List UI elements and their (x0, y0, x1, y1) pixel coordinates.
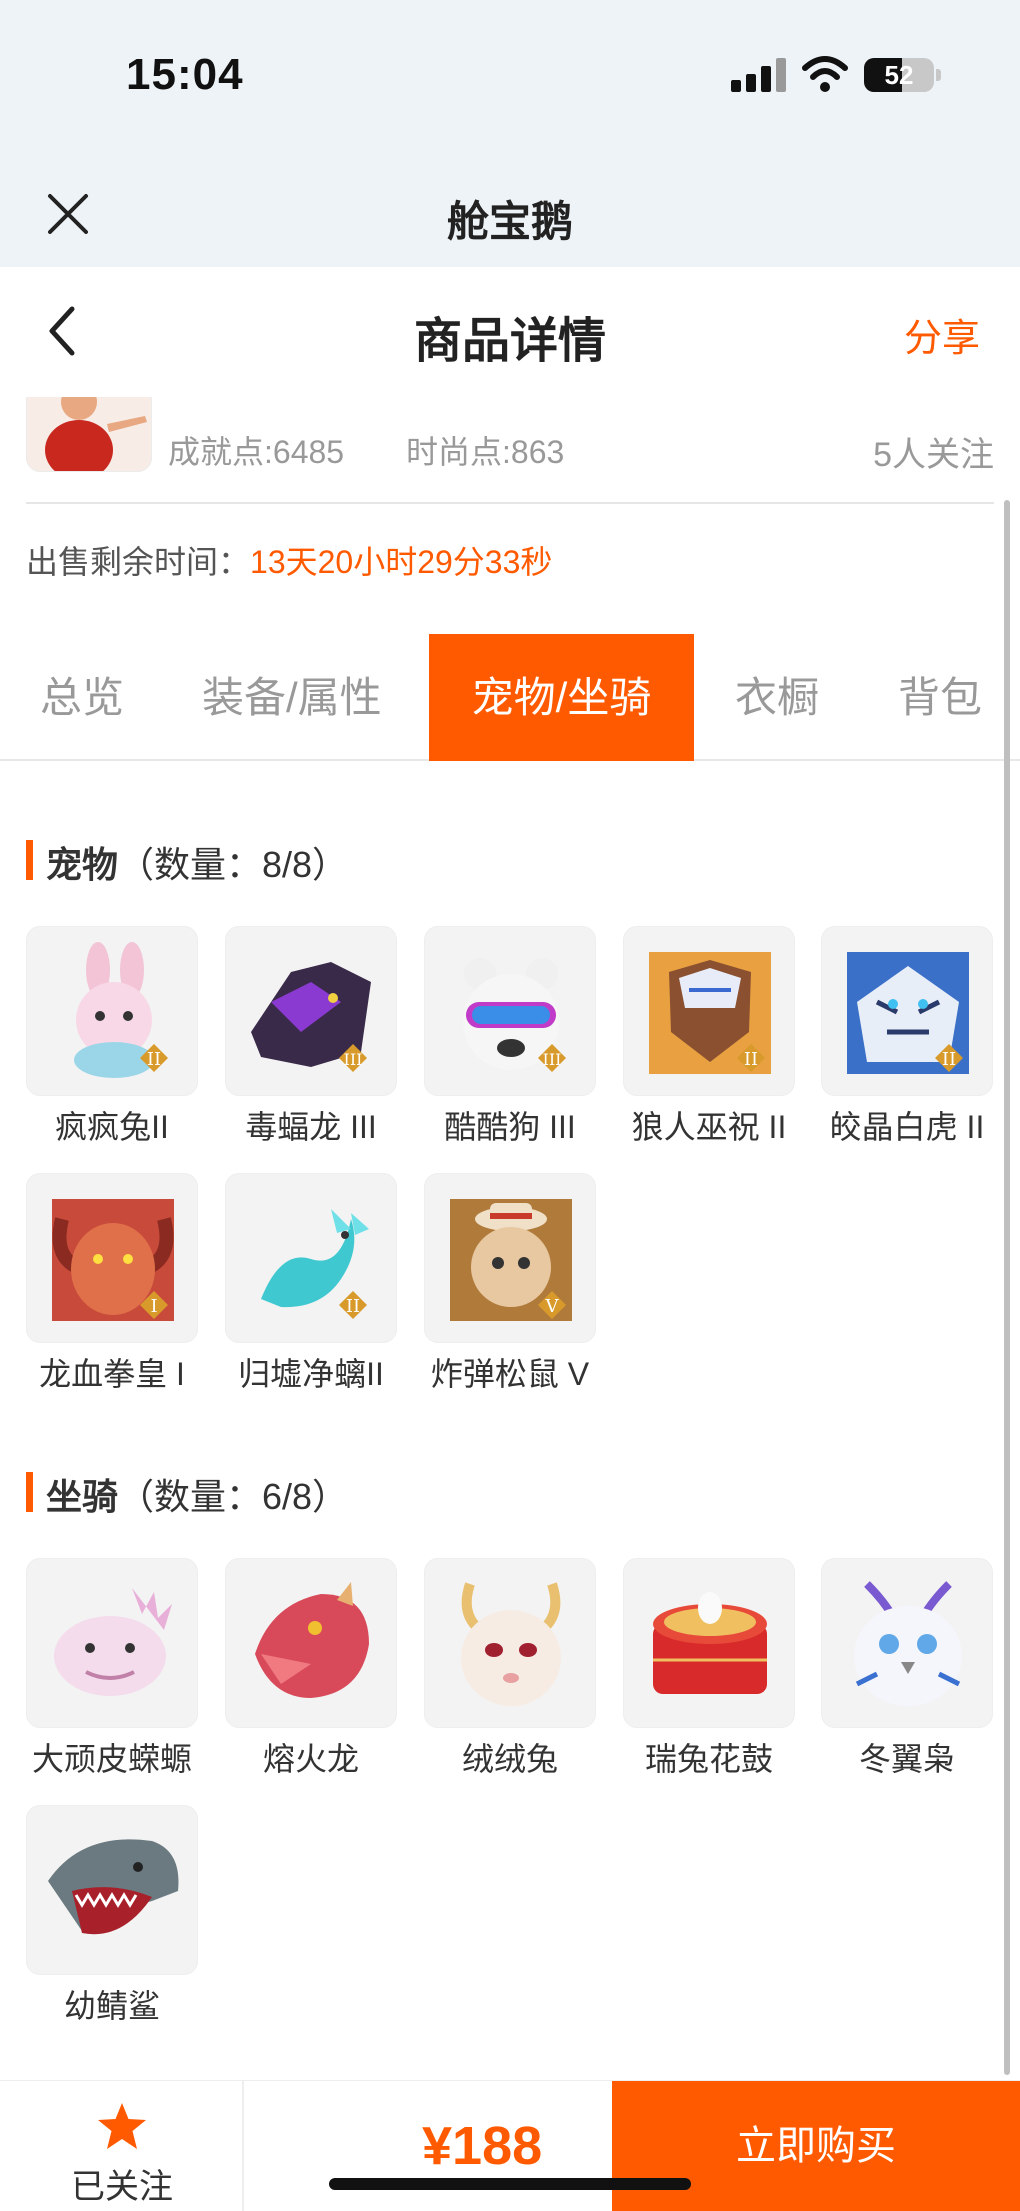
pet-item[interactable]: II 皎晶白虎 II (821, 926, 993, 1166)
sale-remaining-value: 13天20小时29分33秒 (250, 544, 553, 580)
character-thumbnail (26, 397, 152, 472)
tab-bar: 总览 装备/属性 宠物/坐骑 衣橱 背包 (0, 634, 1020, 761)
mount-name: 熔火龙 (262, 1741, 359, 1777)
mount-image (225, 1558, 397, 1728)
wifi-icon (802, 56, 848, 92)
pet-name: 酷酷狗 III (444, 1109, 576, 1145)
follower-count: 5人关注 (873, 436, 994, 474)
mount-item[interactable]: 瑞兔花鼓 (623, 1558, 795, 1798)
mount-image (424, 1558, 596, 1728)
mount-item[interactable]: 冬翼枭 (821, 1558, 993, 1798)
battery-icon: 52 (864, 58, 941, 92)
svg-text:II: II (942, 1049, 956, 1070)
pet-item[interactable]: II 疯疯兔II (26, 926, 198, 1166)
pet-item[interactable]: III 酷酷狗 III (424, 926, 596, 1166)
pet-item[interactable]: V 炸弹松鼠 V (424, 1173, 596, 1413)
achievement-points: 成就点:6485 (168, 434, 345, 470)
pet-image: II (225, 1173, 397, 1343)
pet-image: III (225, 926, 397, 1096)
svg-text:V: V (545, 1296, 560, 1317)
signal-icon (731, 58, 787, 92)
mount-item[interactable]: 熔火龙 (225, 1558, 397, 1798)
home-indicator[interactable] (329, 2178, 691, 2190)
mount-item[interactable]: 绒绒兔 (424, 1558, 596, 1798)
svg-text:II: II (147, 1049, 161, 1070)
pet-image: V (424, 1173, 596, 1343)
mount-name: 大顽皮蝾螈 (31, 1741, 192, 1777)
buy-now-button[interactable]: 立即购买 (612, 2081, 1020, 2211)
mount-image (623, 1558, 795, 1728)
item-summary: 成就点:6485 时尚点:863 5人关注 (0, 397, 1020, 502)
battery-level: 52 (884, 60, 914, 90)
mount-name: 瑞兔花鼓 (644, 1741, 773, 1777)
mount-image (26, 1805, 198, 1975)
status-time: 15:04 (126, 50, 244, 99)
pets-section-title: 宠物 (46, 844, 119, 885)
page-title: 商品详情 (413, 315, 606, 368)
pet-image: I (26, 1173, 198, 1343)
share-button[interactable]: 分享 (904, 307, 980, 362)
pet-image: II (26, 926, 198, 1096)
mount-image (26, 1558, 198, 1728)
pet-image: II (821, 926, 993, 1096)
pet-item[interactable]: I 龙血拳皇 I (26, 1173, 198, 1413)
pet-item[interactable]: III 毒蝠龙 III (225, 926, 397, 1166)
pets-section-count: （数量：8/8） (118, 844, 349, 885)
tab-pets-mounts[interactable]: 宠物/坐骑 (429, 634, 694, 761)
app-title: 舱宝鹅 (446, 198, 573, 245)
status-bar: 15:04 52 (0, 0, 1020, 170)
pet-name: 皎晶白虎 II (829, 1109, 985, 1145)
pet-name: 炸弹松鼠 V (430, 1356, 590, 1392)
scrollbar[interactable] (1004, 500, 1010, 2075)
follow-label: 已关注 (71, 2168, 173, 2206)
fashion-points: 时尚点:863 (406, 434, 565, 470)
bottom-bar: 已关注 ¥188 立即购买 (0, 2080, 1020, 2211)
sale-remaining-label: 出售剩余时间： (26, 544, 251, 580)
divider (26, 502, 994, 504)
mount-item[interactable]: 幼鲭鲨 (26, 1805, 198, 2045)
pet-name: 归墟净螭II (238, 1356, 384, 1392)
mount-name: 幼鲭鲨 (63, 1988, 160, 2024)
pet-name: 疯疯兔II (55, 1109, 169, 1145)
pet-image: III (424, 926, 596, 1096)
mount-name: 冬翼枭 (858, 1741, 955, 1777)
svg-text:I: I (150, 1296, 157, 1317)
app-bar: 舱宝鹅 (0, 170, 1020, 267)
star-icon (98, 2103, 146, 2149)
svg-text:II: II (744, 1049, 758, 1070)
pet-image: II (623, 926, 795, 1096)
mount-name: 绒绒兔 (461, 1741, 558, 1777)
mounts-section-count: （数量：6/8） (118, 1476, 349, 1517)
svg-text:III: III (344, 1050, 363, 1069)
pet-name: 毒蝠龙 III (245, 1109, 377, 1145)
tab-equipment[interactable]: 装备/属性 (202, 634, 382, 761)
mount-item[interactable]: 大顽皮蝾螈 (26, 1558, 198, 1798)
pet-item[interactable]: II 归墟净螭II (225, 1173, 397, 1413)
tab-wardrobe[interactable]: 衣橱 (735, 634, 819, 761)
pet-name: 龙血拳皇 I (39, 1356, 185, 1392)
nav-bar: 商品详情 分享 (0, 267, 1020, 397)
tab-overview[interactable]: 总览 (40, 634, 124, 761)
mount-image (821, 1558, 993, 1728)
tab-backpack[interactable]: 背包 (898, 634, 982, 761)
sale-remaining: 出售剩余时间：13天20小时29分33秒 (26, 537, 552, 583)
pet-name: 狼人巫祝 II (631, 1109, 787, 1145)
svg-text:III: III (543, 1050, 562, 1069)
pet-item[interactable]: II 狼人巫祝 II (623, 926, 795, 1166)
follow-button[interactable]: 已关注 (0, 2081, 244, 2211)
svg-text:II: II (346, 1296, 360, 1317)
mounts-section-title: 坐骑 (46, 1476, 119, 1517)
price: ¥188 (422, 2116, 543, 2176)
